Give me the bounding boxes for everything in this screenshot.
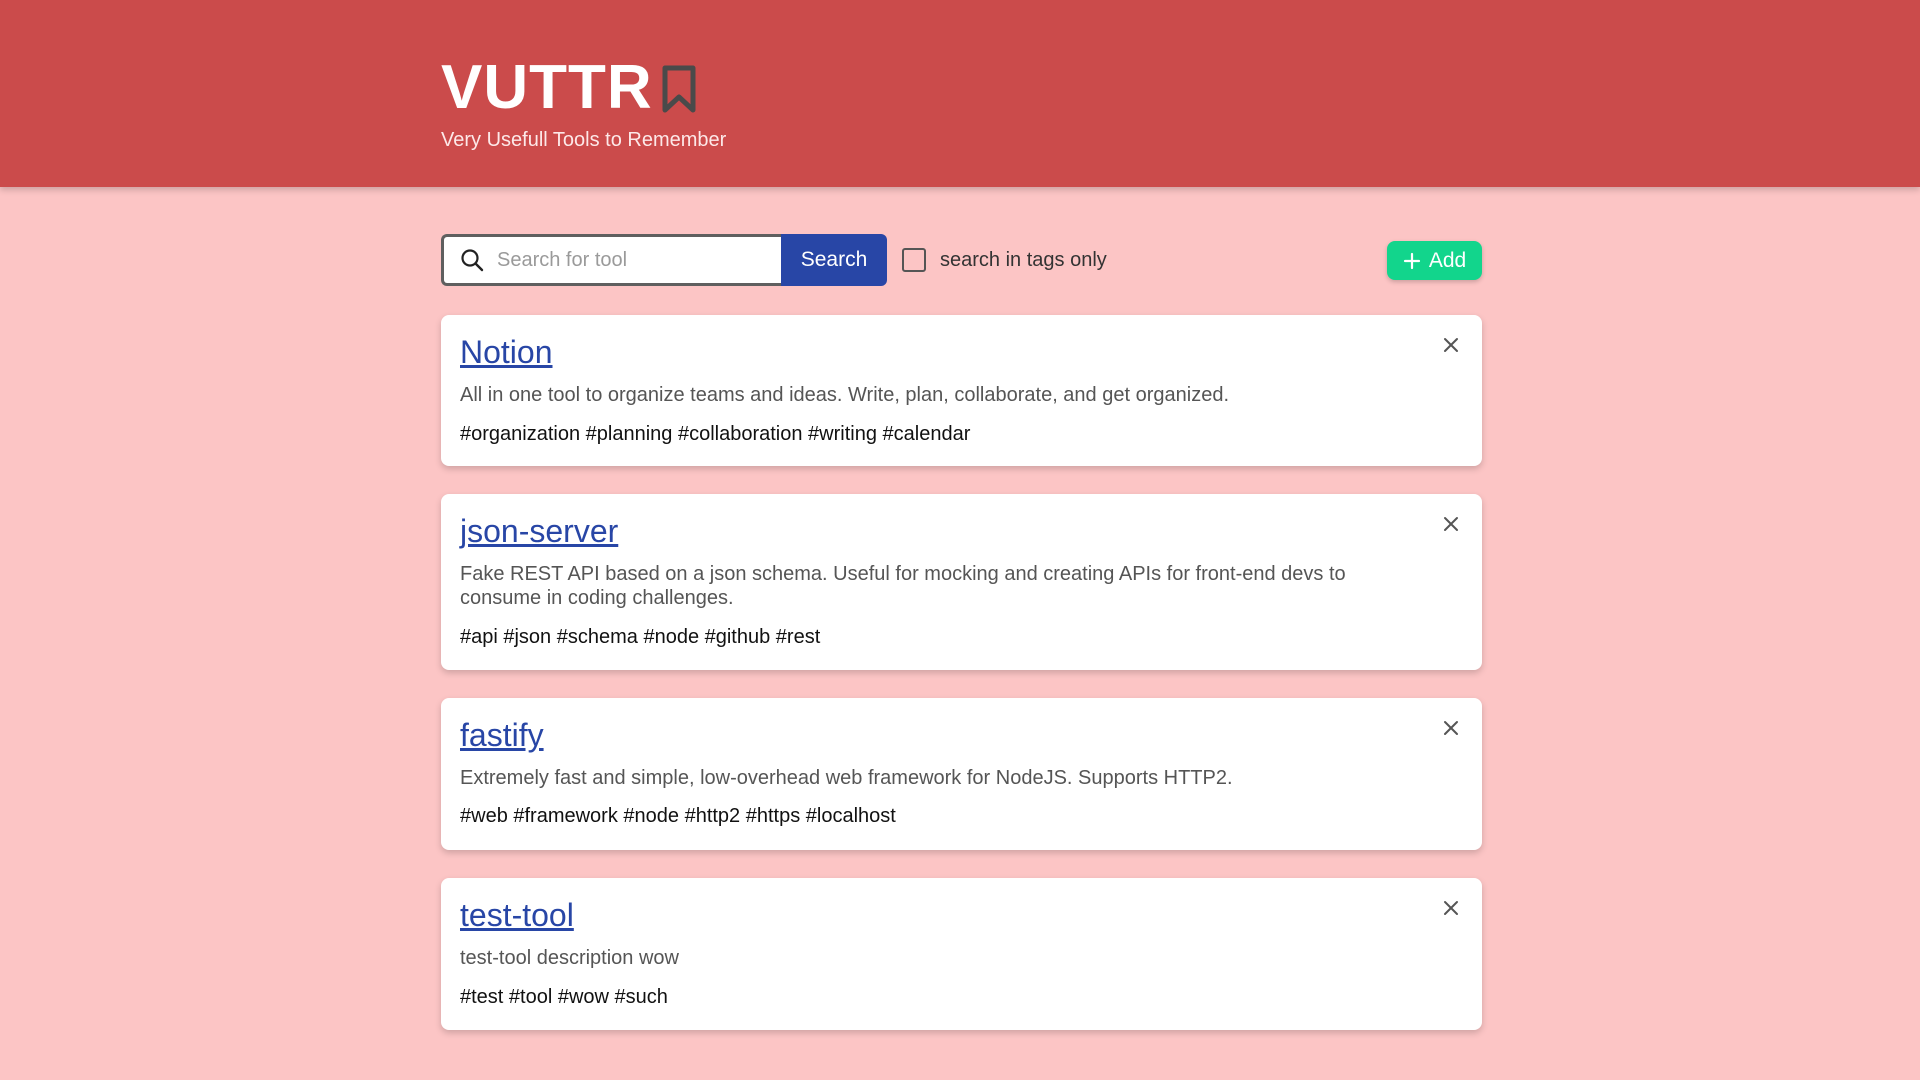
tool-title-link[interactable]: fastify xyxy=(460,716,544,754)
tool-description: All in one tool to organize teams and id… xyxy=(460,384,1229,406)
tool-tags: #api #json #schema #node #github #rest xyxy=(460,626,821,648)
tool-card: test-tool test-tool description wow #tes… xyxy=(441,878,1482,1030)
search-icon xyxy=(461,249,484,272)
add-button-label: Add xyxy=(1428,248,1467,272)
tool-title-link[interactable]: test-tool xyxy=(460,896,574,934)
tool-card: fastify Extremely fast and simple, low-o… xyxy=(441,698,1482,850)
app-header: VUTTR Very Usefull Tools to Remember xyxy=(0,0,1920,187)
close-icon[interactable] xyxy=(1442,515,1460,533)
tool-tags: #test #tool #wow #such xyxy=(460,986,668,1008)
tool-description: Fake REST API based on a json schema. Us… xyxy=(460,563,1346,609)
app-subtitle: Very Usefull Tools to Remember xyxy=(441,129,727,151)
tags-only-label: search in tags only xyxy=(940,249,1107,271)
toolbar: Search search in tags only Add xyxy=(441,234,1482,286)
add-button[interactable]: Add xyxy=(1387,241,1482,280)
tool-card: Notion All in one tool to organize teams… xyxy=(441,315,1482,466)
app-title: VUTTR xyxy=(441,53,653,122)
tool-description: test-tool description wow xyxy=(460,947,679,969)
brand-row: VUTTR xyxy=(441,52,726,124)
close-icon[interactable] xyxy=(1442,899,1460,917)
tool-tags: #web #framework #node #http2 #https #loc… xyxy=(460,805,896,827)
tool-tags: #organization #planning #collaboration #… xyxy=(460,423,971,445)
tool-description: Extremely fast and simple, low-overhead … xyxy=(460,767,1233,789)
tags-only-checkbox[interactable] xyxy=(902,248,926,272)
plus-icon xyxy=(1403,252,1420,269)
bookmark-icon xyxy=(662,65,696,113)
brand: VUTTR Very Usefull Tools to Remember xyxy=(441,52,726,152)
search-button[interactable]: Search xyxy=(781,234,887,286)
tool-title-link[interactable]: Notion xyxy=(460,333,553,371)
close-icon[interactable] xyxy=(1442,336,1460,354)
close-icon[interactable] xyxy=(1442,719,1460,737)
search-box xyxy=(441,234,782,286)
search-input[interactable] xyxy=(497,240,767,280)
tool-card: json-server Fake REST API based on a jso… xyxy=(441,494,1482,670)
tool-title-link[interactable]: json-server xyxy=(460,512,618,550)
